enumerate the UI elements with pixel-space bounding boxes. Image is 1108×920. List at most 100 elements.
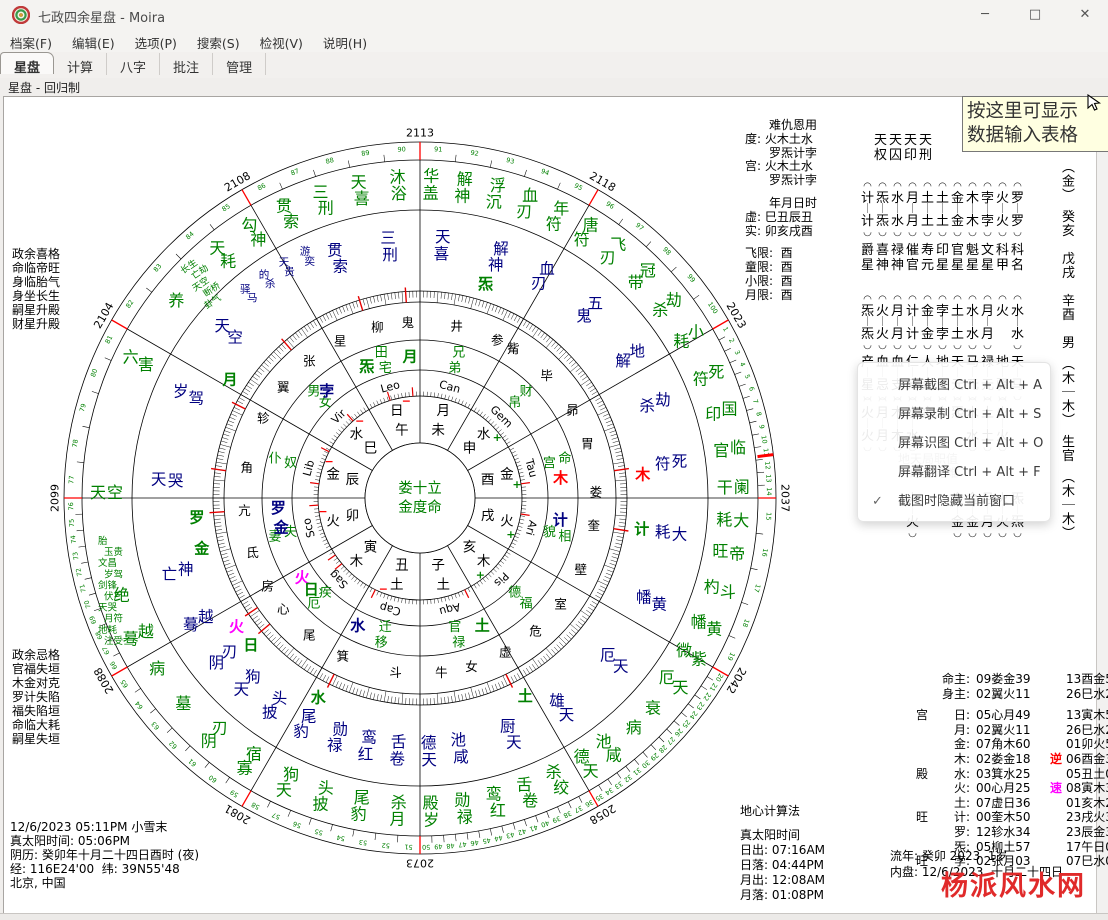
svg-text:翼: 翼 — [277, 380, 290, 395]
svg-text:参: 参 — [491, 332, 504, 347]
planet-row: 宫日:05心月4913寅木58- — [878, 708, 1108, 723]
auspicious-patterns-block: 政余喜格命临帝旺身临胎气身坐长生嗣星升殿财星升殿 — [12, 247, 60, 331]
svg-text:Cap: Cap — [378, 600, 402, 618]
svg-text:57: 57 — [271, 811, 282, 822]
tooltip-line2: 数据输入表格 — [967, 124, 1108, 148]
svg-text:85: 85 — [220, 202, 231, 213]
menu-编辑(E)[interactable]: 编辑(E) — [62, 30, 125, 52]
svg-text:+: + — [506, 528, 515, 541]
svg-text:木: 木 — [634, 466, 651, 484]
svg-text:红: 红 — [490, 801, 506, 820]
svg-text:午: 午 — [395, 422, 409, 438]
tab-管理[interactable]: 管理 — [213, 53, 266, 75]
svg-text:厨: 厨 — [500, 718, 516, 736]
context-menu-item[interactable]: ✓截图时隐藏当前窗口 — [858, 487, 1050, 516]
svg-text:宅: 宅 — [379, 361, 392, 376]
svg-text:15: 15 — [764, 512, 772, 521]
maximize-button[interactable]: □ — [1012, 0, 1058, 30]
svg-text:官: 官 — [448, 619, 461, 635]
svg-text:2042: 2042 — [723, 665, 748, 696]
title-bar: 七政四余星盘 - Moira ─ □ ✕ — [0, 0, 1108, 31]
svg-text:贵: 贵 — [284, 265, 295, 278]
svg-text:卯: 卯 — [346, 508, 360, 524]
svg-text:81: 81 — [104, 334, 115, 345]
svg-text:40: 40 — [540, 819, 551, 829]
svg-text:箕: 箕 — [337, 649, 350, 664]
svg-text:房: 房 — [261, 579, 274, 594]
tab-八字[interactable]: 八字 — [107, 53, 160, 75]
svg-text:30: 30 — [640, 758, 651, 769]
svg-text:−: − — [355, 414, 364, 427]
tab-计算[interactable]: 计算 — [54, 53, 107, 75]
svg-text:41: 41 — [528, 823, 538, 833]
svg-text:9: 9 — [757, 424, 766, 430]
svg-text:幡: 幡 — [636, 589, 652, 607]
svg-text:77: 77 — [67, 475, 75, 484]
svg-text:喜: 喜 — [434, 245, 450, 263]
svg-text:Aqu: Aqu — [438, 600, 462, 618]
svg-text:兄: 兄 — [452, 346, 465, 361]
menu-选项(P)[interactable]: 选项(P) — [125, 30, 187, 52]
svg-text:蓦: 蓦 — [123, 630, 139, 649]
svg-text:牛: 牛 — [435, 665, 448, 680]
svg-text:日: 日 — [243, 636, 258, 654]
svg-text:紫: 紫 — [691, 650, 707, 669]
tab-星盘[interactable]: 星盘 — [0, 52, 54, 74]
svg-text:井: 井 — [450, 318, 463, 333]
svg-text:83: 83 — [152, 262, 163, 274]
svg-text:2099: 2099 — [50, 484, 62, 512]
svg-text:26: 26 — [673, 727, 684, 739]
svg-text:旺: 旺 — [712, 542, 728, 561]
tab-批注[interactable]: 批注 — [160, 53, 213, 75]
svg-text:37: 37 — [573, 804, 584, 815]
svg-text:壁: 壁 — [575, 562, 588, 577]
svg-text:六: 六 — [123, 347, 139, 366]
context-menu-item[interactable]: 屏幕识图 Ctrl + Alt + O — [858, 429, 1050, 458]
svg-text:土: 土 — [390, 577, 404, 593]
svg-text:鸾: 鸾 — [361, 728, 377, 747]
svg-text:马: 马 — [247, 292, 258, 304]
svg-text:58: 58 — [250, 800, 261, 811]
svg-text:杀: 杀 — [546, 763, 562, 782]
svg-text:44: 44 — [494, 833, 504, 843]
astrology-wheel[interactable]: 1234567891011121314202315161718192037202… — [50, 128, 790, 868]
svg-text:卷: 卷 — [389, 750, 405, 768]
svg-text:月: 月 — [389, 810, 405, 829]
svg-text:99: 99 — [685, 273, 696, 284]
inauspicious-patterns-block: 政余忌格官福失垣木金对克罗计失陷福失陷垣命临大耗嗣星失垣 — [12, 648, 60, 746]
context-menu-item[interactable]: 屏幕录制 Ctrl + Alt + S — [858, 400, 1050, 429]
svg-text:+: + — [493, 431, 502, 444]
svg-text:奴: 奴 — [284, 455, 297, 471]
svg-text:25: 25 — [680, 718, 691, 729]
menu-档案(F)[interactable]: 档案(F) — [0, 30, 62, 52]
menu-检视(V)[interactable]: 检视(V) — [250, 30, 313, 52]
svg-text:91: 91 — [434, 145, 443, 153]
svg-text:子: 子 — [431, 558, 445, 574]
svg-text:62: 62 — [167, 739, 179, 751]
svg-text:戌: 戌 — [481, 508, 495, 524]
svg-text:耗: 耗 — [716, 510, 732, 529]
planet-row: 罗:12轸水3423辰金39- — [878, 825, 1108, 840]
menu-搜索(S)[interactable]: 搜索(S) — [187, 30, 250, 52]
svg-text:24: 24 — [688, 709, 699, 720]
svg-text:柳: 柳 — [371, 320, 384, 335]
svg-text:90: 90 — [397, 145, 406, 153]
svg-text:病: 病 — [626, 718, 642, 737]
svg-text:财: 财 — [520, 384, 533, 399]
svg-text:耗: 耗 — [655, 523, 671, 541]
svg-text:盖: 盖 — [423, 184, 439, 203]
svg-text:星: 星 — [334, 334, 347, 349]
svg-text:55: 55 — [314, 827, 324, 837]
svg-text:炁: 炁 — [477, 275, 493, 293]
context-menu-item[interactable]: 屏幕翻译 Ctrl + Alt + F — [858, 458, 1050, 487]
svg-text:空: 空 — [227, 328, 243, 346]
minimize-button[interactable]: ─ — [962, 0, 1008, 30]
context-menu-item[interactable]: 屏幕截图 Ctrl + Alt + A — [858, 371, 1050, 400]
menu-说明(H)[interactable]: 说明(H) — [313, 30, 377, 52]
svg-text:宿: 宿 — [246, 744, 262, 763]
svg-text:大: 大 — [733, 511, 749, 530]
close-button[interactable]: ✕ — [1062, 0, 1108, 30]
svg-text:池: 池 — [451, 731, 467, 749]
svg-text:鸾: 鸾 — [486, 784, 502, 803]
planet-row: 命主:09娄金3913酉金58 — [878, 672, 1108, 687]
